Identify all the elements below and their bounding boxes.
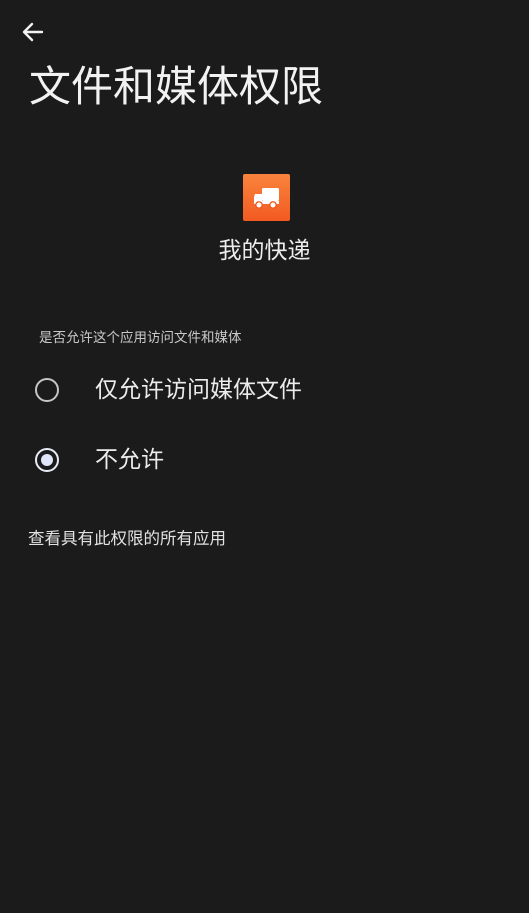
app-name: 我的快递 [218,238,311,264]
radio-button-unchecked[interactable] [35,378,59,402]
permission-question: 是否允许这个应用访问文件和媒体 [39,330,242,346]
page-title: 文件和媒体权限 [29,62,324,111]
radio-button-checked[interactable] [35,448,59,472]
arrow-left-icon [22,22,44,42]
option-media-only[interactable]: 仅允许访问媒体文件 [0,359,529,421]
back-button[interactable] [14,14,52,50]
delivery-truck-icon [253,187,279,209]
option-deny[interactable]: 不允许 [0,429,529,491]
option-label: 不允许 [95,447,164,473]
radio-dot [41,454,53,466]
see-all-apps-link[interactable]: 查看具有此权限的所有应用 [28,526,226,552]
option-label: 仅允许访问媒体文件 [95,377,302,403]
app-icon [243,174,290,221]
